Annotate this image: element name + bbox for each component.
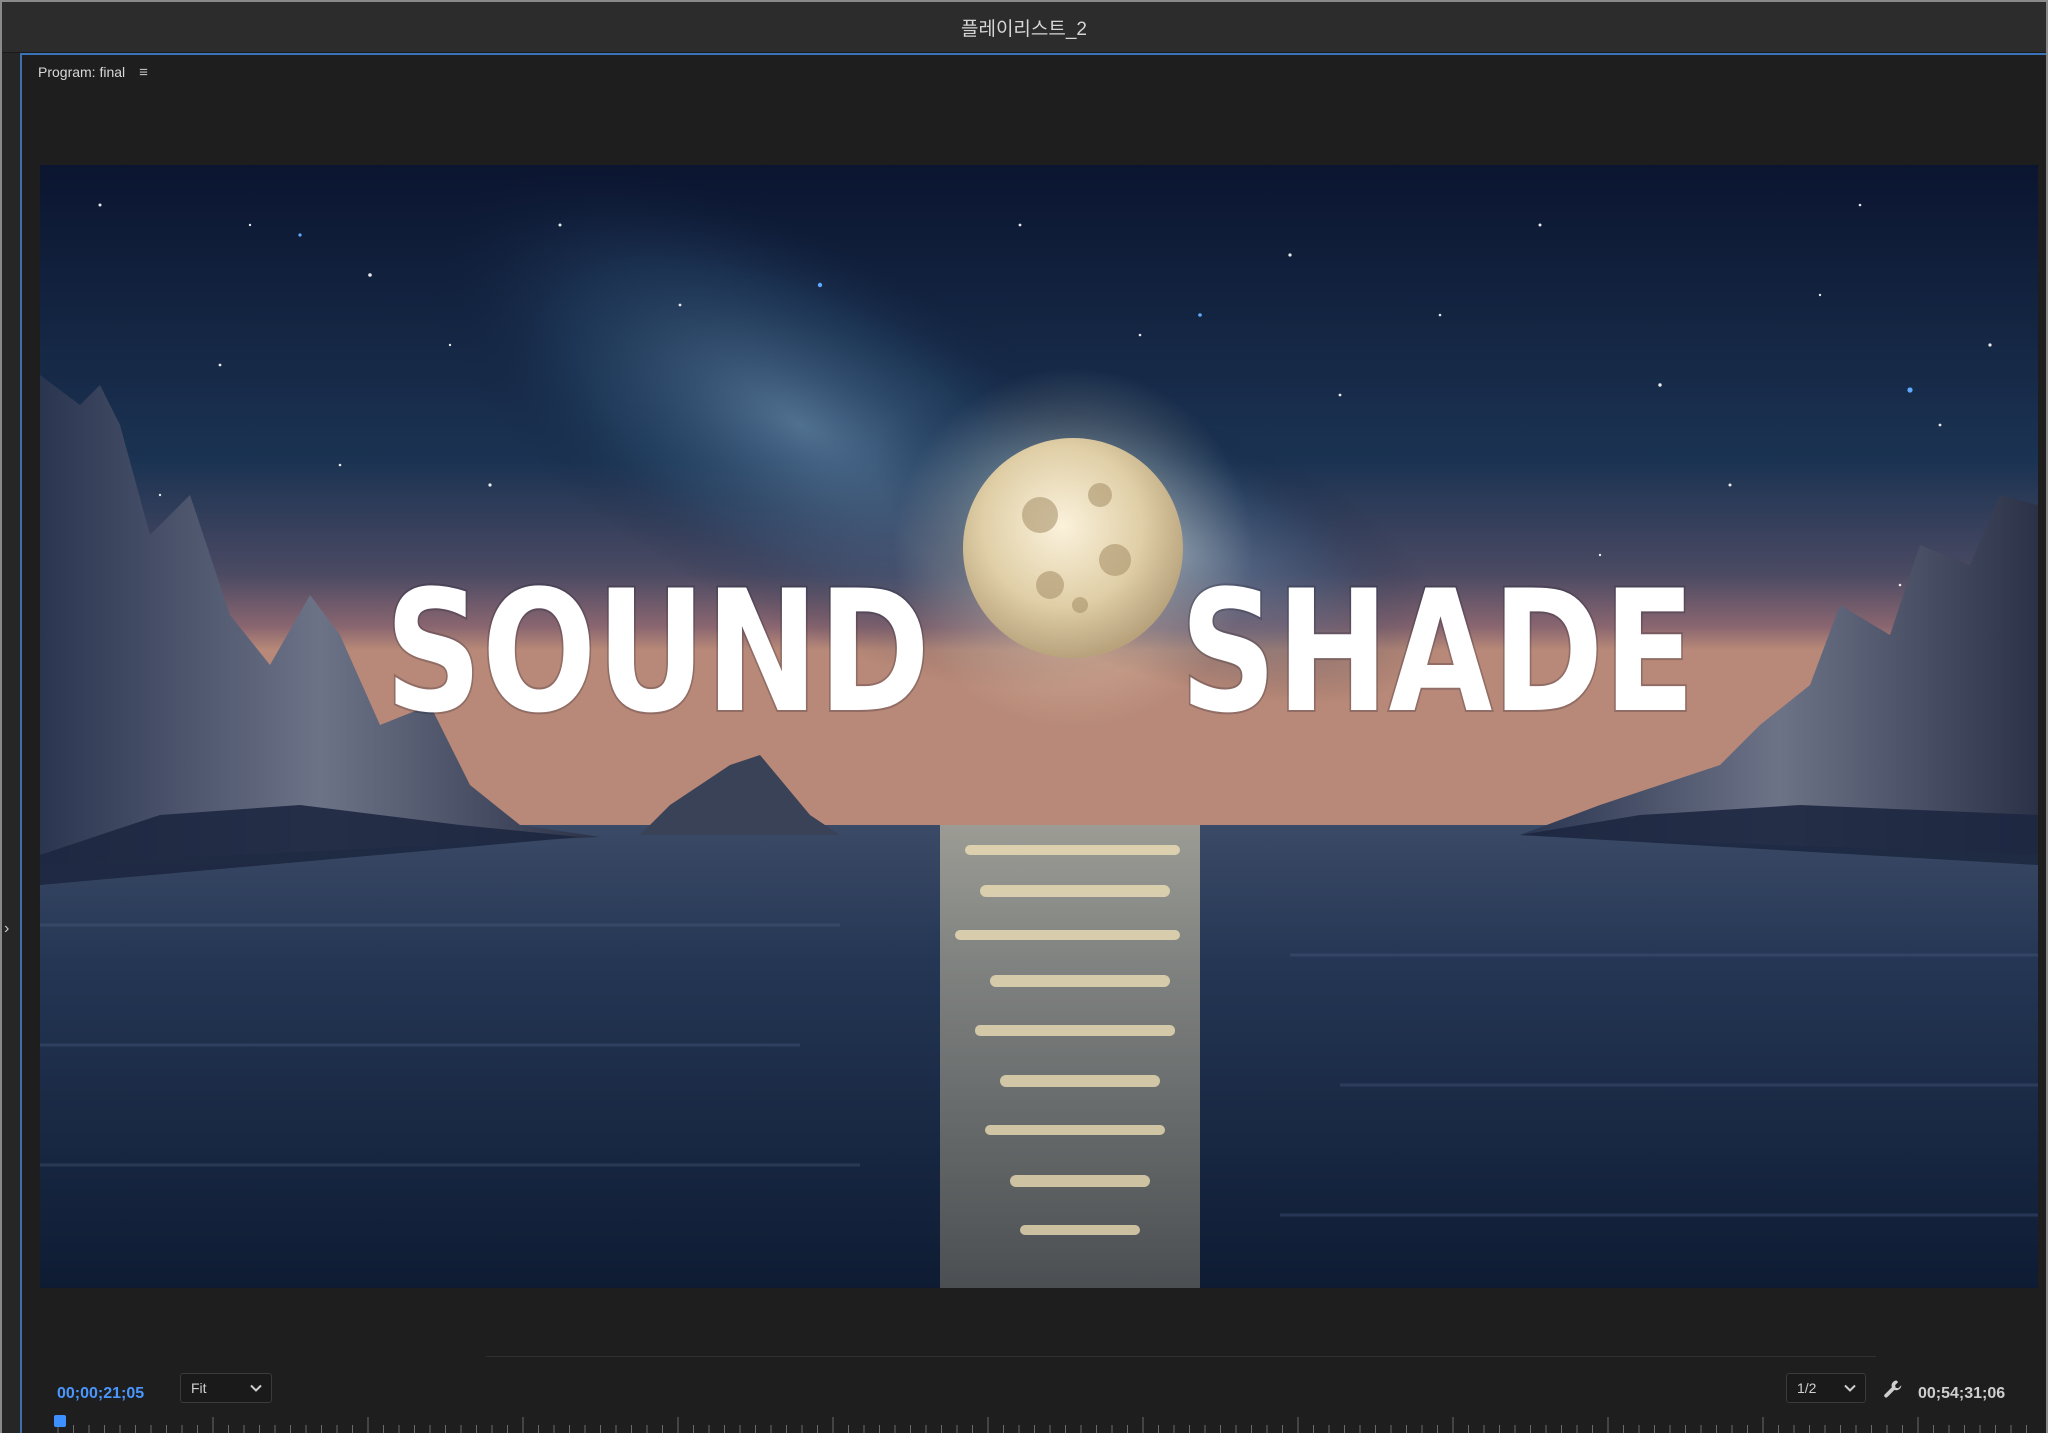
playback-resolution-label: 1/2 bbox=[1797, 1380, 1817, 1396]
time-ruler-ticks bbox=[57, 1417, 2027, 1433]
hamburger-menu-icon[interactable]: ≡ bbox=[139, 64, 148, 81]
program-video-frame[interactable]: SOUND SHADE bbox=[40, 165, 2038, 1288]
chevron-right-icon[interactable]: › bbox=[4, 921, 9, 937]
overlay-word-sound: SOUND bbox=[385, 554, 930, 750]
video-frame-image: SOUND SHADE bbox=[40, 165, 2038, 1288]
left-panel-gutter: › bbox=[2, 53, 22, 1433]
overlay-word-shade: SHADE bbox=[1180, 554, 1695, 750]
chevron-down-icon bbox=[1844, 1384, 1856, 1392]
playback-resolution-select[interactable]: 1/2 bbox=[1786, 1373, 1866, 1403]
window-titlebar: 플레이리스트_2 bbox=[2, 2, 2046, 53]
zoom-level-select[interactable]: Fit bbox=[180, 1373, 272, 1403]
playback-controls: 00;00;21;05 Fit 1/2 00;54;31;06 bbox=[22, 1373, 2046, 1413]
window-title: 플레이리스트_2 bbox=[960, 18, 1087, 40]
app-window: 플레이리스트_2 › Program: final ≡ SOUND SHADE … bbox=[0, 0, 2048, 1433]
chevron-down-icon bbox=[250, 1384, 262, 1392]
panel-header: Program: final ≡ bbox=[38, 61, 148, 83]
zoom-level-label: Fit bbox=[191, 1380, 207, 1396]
panel-title[interactable]: Program: final bbox=[38, 64, 125, 80]
current-timecode[interactable]: 00;00;21;05 bbox=[57, 1385, 144, 1403]
program-monitor-panel: Program: final ≡ SOUND SHADE 00;00;21;05… bbox=[22, 53, 2046, 1433]
duration-timecode: 00;54;31;06 bbox=[1918, 1385, 2006, 1402]
playhead-handle[interactable] bbox=[54, 1415, 66, 1427]
time-ruler[interactable] bbox=[22, 1415, 2046, 1433]
divider-line bbox=[486, 1356, 1876, 1357]
wrench-icon[interactable] bbox=[1882, 1378, 1904, 1400]
